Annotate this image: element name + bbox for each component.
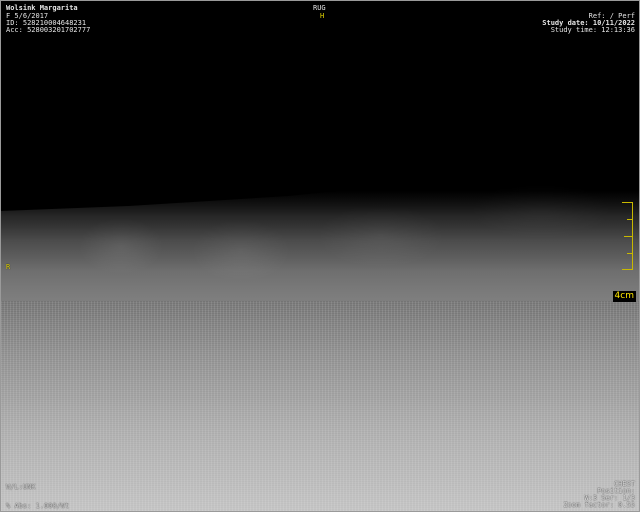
ruler-tick xyxy=(627,253,632,254)
ruler-tick xyxy=(622,202,632,203)
ruler-tick xyxy=(627,219,632,220)
window-level: W/L:UNK xyxy=(6,483,36,491)
patient-name: Wolsink Margarita xyxy=(6,4,78,12)
ruler-tick xyxy=(624,236,632,237)
dicom-viewport[interactable]: Wolsink Margarita F 5/6/2017 ID: 5282100… xyxy=(0,0,640,512)
orientation-label-top: RUG xyxy=(313,4,326,12)
scale-label: 4cm xyxy=(612,291,636,302)
scale-ruler xyxy=(622,202,633,270)
zoom-factor: Zoom factor: 0.55 xyxy=(563,501,635,509)
orientation-marker-left: R xyxy=(6,263,11,271)
absorption-info: % Abs: 1.000/Wt xyxy=(6,502,70,510)
image-noise-texture xyxy=(1,301,639,511)
orientation-marker-top: H xyxy=(320,12,325,20)
ruler-tick xyxy=(622,269,632,270)
accession-number: Acc: 528003201702777 xyxy=(6,26,91,34)
study-time: Study time: 12:13:36 xyxy=(550,26,635,34)
